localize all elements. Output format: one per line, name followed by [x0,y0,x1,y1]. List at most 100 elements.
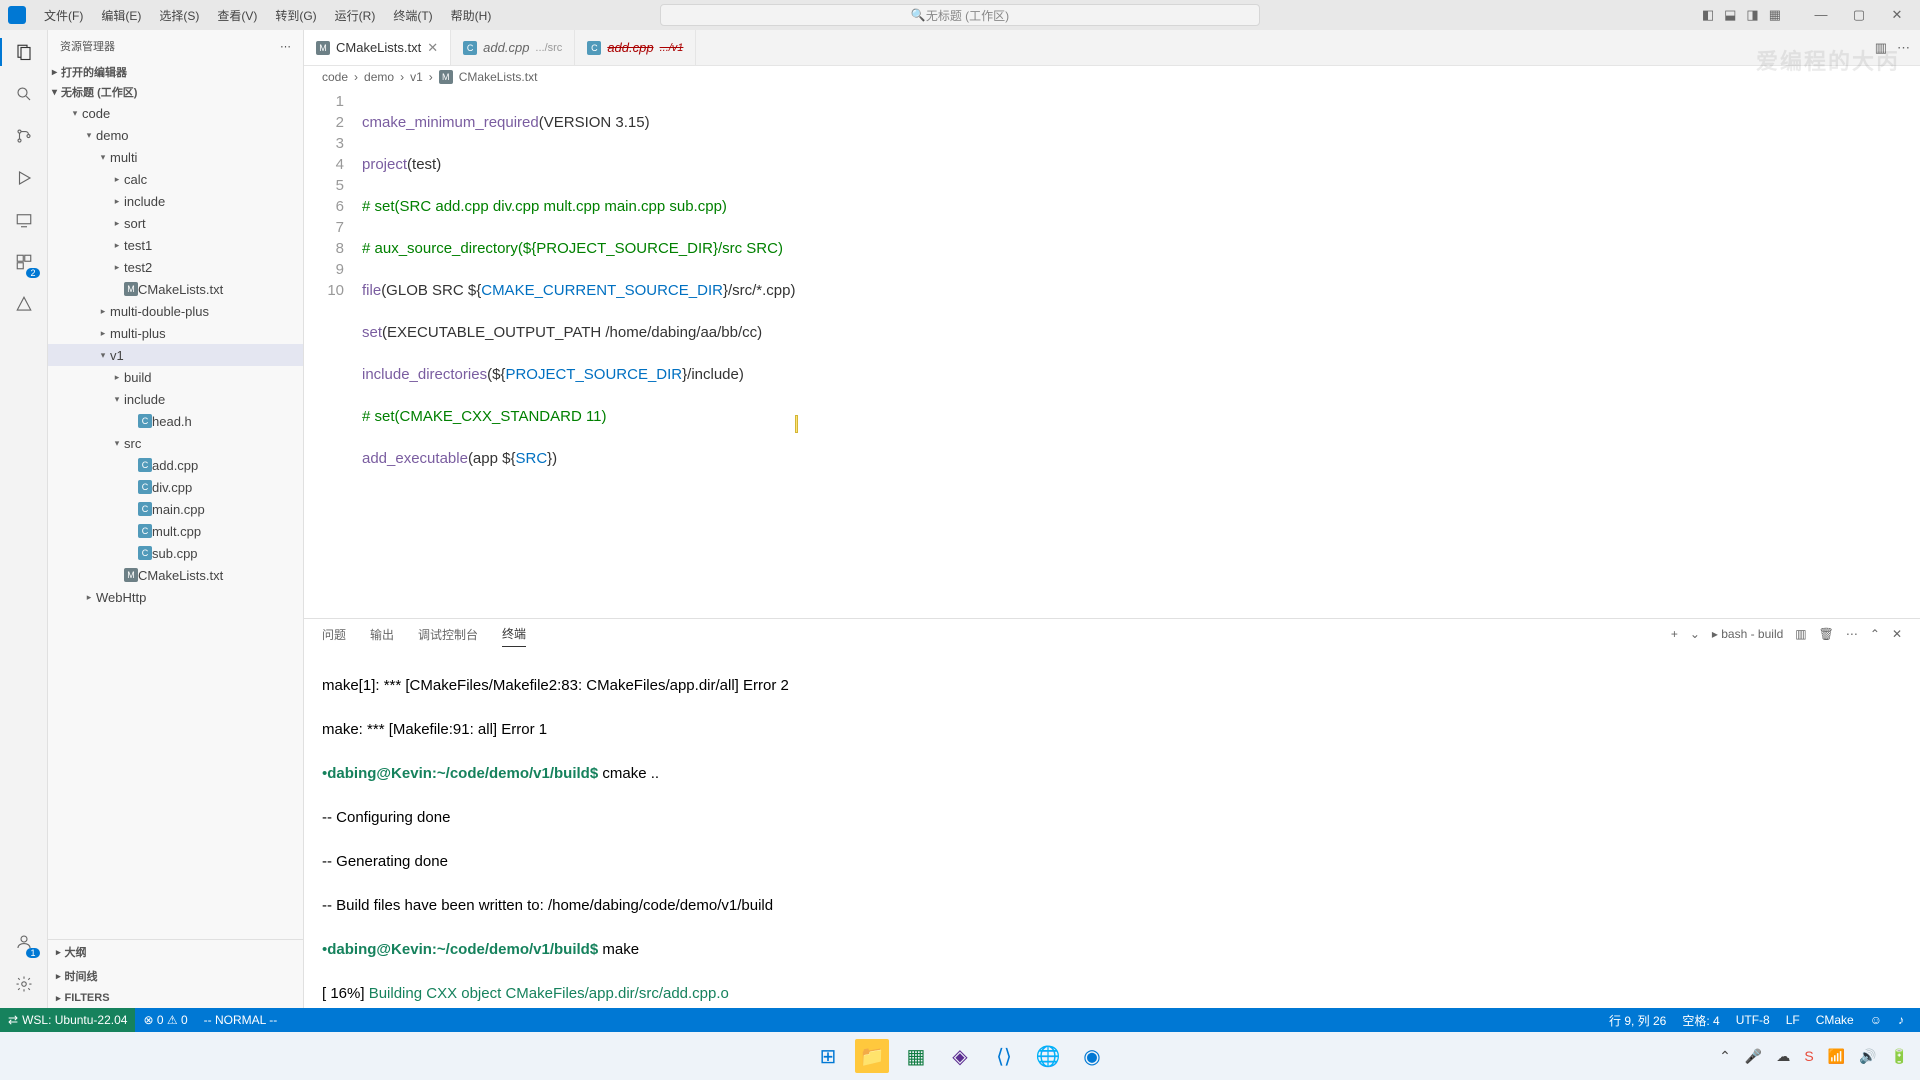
tree-folder-sort[interactable]: ▸sort [48,212,303,234]
new-terminal-icon[interactable]: + [1671,627,1678,641]
tab-addcpp-v1[interactable]: Cadd.cpp.../v1 [575,30,696,65]
workspace-section[interactable]: ▾无标题 (工作区) [48,82,303,102]
window-minimize-icon[interactable]: — [1806,7,1836,23]
excel-icon[interactable]: ▦ [899,1039,933,1073]
menu-terminal[interactable]: 终端(T) [385,4,440,27]
chrome-icon[interactable]: 🌐 [1031,1039,1065,1073]
more-icon[interactable]: ⋯ [1846,627,1858,641]
panel-tab-terminal[interactable]: 终端 [502,621,526,647]
tree-file-maincpp[interactable]: C main.cpp [48,498,303,520]
tree-folder-code[interactable]: ▾code [48,102,303,124]
breadcrumb-item[interactable]: code [322,70,348,84]
tree-folder-test2[interactable]: ▸test2 [48,256,303,278]
layout-right-icon[interactable]: ◨ [1746,7,1758,23]
panel-tab-debug[interactable]: 调试控制台 [418,622,478,647]
tree-file-multcpp[interactable]: C mult.cpp [48,520,303,542]
tree-folder-src[interactable]: ▾src [48,432,303,454]
maximize-panel-icon[interactable]: ⌃ [1870,627,1880,641]
tree-folder-test1[interactable]: ▸test1 [48,234,303,256]
tree-file-divcpp[interactable]: C div.cpp [48,476,303,498]
layout-bottom-icon[interactable]: ⬓ [1724,7,1736,23]
open-editors-section[interactable]: ▸打开的编辑器 [48,62,303,82]
extensions-icon[interactable]: 2 [10,248,38,276]
tree-folder-mdp[interactable]: ▸multi-double-plus [48,300,303,322]
tray-onedrive-icon[interactable]: ☁ [1776,1048,1790,1065]
menu-file[interactable]: 文件(F) [36,4,91,27]
menu-run[interactable]: 运行(R) [327,4,384,27]
timeline-section[interactable]: ▸时间线 [48,964,303,988]
tree-folder-webhttp[interactable]: ▸WebHttp [48,586,303,608]
tray-battery-icon[interactable]: 🔋 [1891,1048,1908,1065]
tab-close-icon[interactable]: ✕ [427,40,438,56]
filters-section[interactable]: ▸FILTERS [48,988,303,1008]
notifications-icon[interactable]: ♪ [1890,1013,1912,1027]
tree-folder-demo[interactable]: ▾demo [48,124,303,146]
layout-custom-icon[interactable]: ▦ [1769,7,1781,23]
menu-go[interactable]: 转到(G) [267,4,324,27]
remote-explorer-icon[interactable] [10,206,38,234]
kill-terminal-icon[interactable]: 🗑 [1819,627,1834,641]
terminal-shell-label[interactable]: bash - build [1721,627,1783,641]
indentation[interactable]: 空格: 4 [1674,1012,1727,1029]
breadcrumb-item[interactable]: CMakeLists.txt [459,70,538,84]
tree-file-subcpp[interactable]: C sub.cpp [48,542,303,564]
edge-icon[interactable]: ◉ [1075,1039,1109,1073]
tray-volume-icon[interactable]: 🔊 [1859,1048,1876,1065]
tree-folder-multi[interactable]: ▾multi [48,146,303,168]
tree-folder-v1[interactable]: ▾v1 [48,344,303,366]
tree-folder-include2[interactable]: ▾include [48,388,303,410]
command-center-search[interactable]: 🔍 无标题 (工作区) [660,4,1260,26]
cursor-position[interactable]: 行 9, 列 26 [1601,1012,1674,1029]
tree-file-cmake1[interactable]: M CMakeLists.txt [48,278,303,300]
menu-help[interactable]: 帮助(H) [443,4,500,27]
panel-tab-output[interactable]: 输出 [370,622,394,647]
tab-addcpp-src[interactable]: Cadd.cpp.../src [451,30,575,65]
source-control-icon[interactable] [10,122,38,150]
tree-folder-mp[interactable]: ▸multi-plus [48,322,303,344]
layout-left-icon[interactable]: ◧ [1702,7,1714,23]
menu-view[interactable]: 查看(V) [209,4,265,27]
tray-chevron-icon[interactable]: ⌃ [1719,1048,1731,1065]
remote-indicator[interactable]: ⇄WSL: Ubuntu-22.04 [0,1008,135,1032]
tab-cmakelists[interactable]: MCMakeLists.txt✕ [304,30,451,65]
menu-edit[interactable]: 编辑(E) [93,4,149,27]
search-icon[interactable] [10,80,38,108]
tree-file-addcpp[interactable]: C add.cpp [48,454,303,476]
breadcrumb-item[interactable]: demo [364,70,394,84]
vscode-app-icon[interactable]: ⟨⟩ [987,1039,1021,1073]
window-maximize-icon[interactable]: ▢ [1844,7,1874,23]
tray-wifi-icon[interactable]: 📶 [1828,1048,1845,1065]
feedback-icon[interactable]: ☺ [1862,1013,1890,1027]
breadcrumb[interactable]: code› demo› v1› MCMakeLists.txt [304,66,1920,88]
terminal-content[interactable]: make[1]: *** [CMakeFiles/Makefile2:83: C… [304,649,1920,1008]
settings-gear-icon[interactable] [10,970,38,998]
outline-section[interactable]: ▸大纲 [48,940,303,964]
terminal-dropdown-icon[interactable]: ⌄ [1690,627,1700,641]
encoding[interactable]: UTF-8 [1728,1013,1778,1027]
tree-folder-include[interactable]: ▸include [48,190,303,212]
problems-status[interactable]: ⊗ 0 ⚠ 0 [135,1013,195,1027]
close-panel-icon[interactable]: ✕ [1892,627,1902,641]
start-icon[interactable]: ⊞ [811,1039,845,1073]
tray-mic-icon[interactable]: 🎤 [1745,1048,1762,1065]
tree-file-cmake2[interactable]: M CMakeLists.txt [48,564,303,586]
menu-select[interactable]: 选择(S) [151,4,207,27]
vs-icon[interactable]: ◈ [943,1039,977,1073]
tree-folder-calc[interactable]: ▸calc [48,168,303,190]
split-terminal-icon[interactable]: ▥ [1795,627,1806,641]
code-editor[interactable]: 1 2 3 4 5 6 7 8 9 10 cmake_minimum_requi… [304,88,1920,618]
explorer-icon[interactable] [10,38,38,66]
language-mode[interactable]: CMake [1808,1013,1862,1027]
breadcrumb-item[interactable]: v1 [410,70,423,84]
tray-app-icon[interactable]: S [1804,1048,1813,1064]
more-icon[interactable]: ⋯ [280,40,291,53]
cmake-icon[interactable] [10,290,38,318]
tree-folder-build[interactable]: ▸build [48,366,303,388]
code-content[interactable]: cmake_minimum_required(VERSION 3.15) pro… [362,88,1920,618]
eol[interactable]: LF [1778,1013,1808,1027]
run-debug-icon[interactable] [10,164,38,192]
tree-file-headh[interactable]: C head.h [48,410,303,432]
panel-tab-problems[interactable]: 问题 [322,622,346,647]
explorer-app-icon[interactable]: 📁 [855,1039,889,1073]
account-icon[interactable]: 1 [10,928,38,956]
